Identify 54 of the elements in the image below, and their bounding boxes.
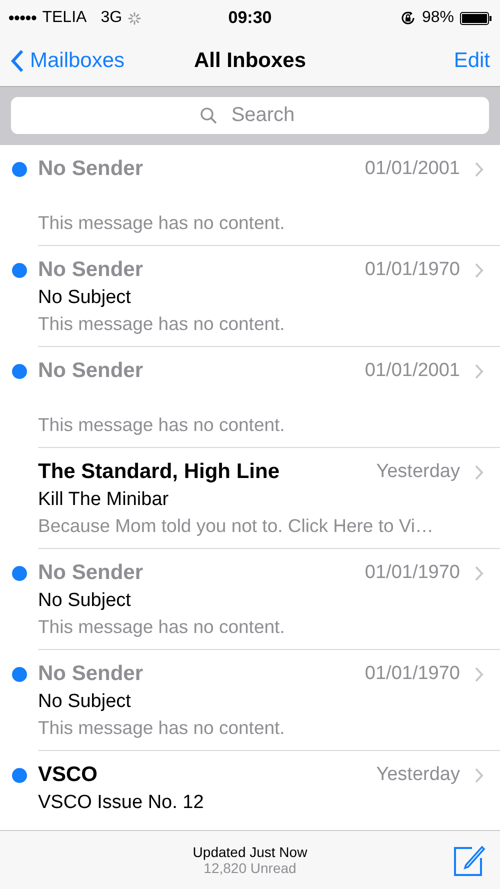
- message-preview: This message has no content.: [38, 313, 285, 334]
- chevron-right-icon: [474, 766, 484, 784]
- chevron-left-icon: [10, 49, 24, 73]
- sender-name: No Sender: [38, 359, 144, 383]
- chevron-right-icon: [474, 262, 484, 278]
- sender-name: No Sender: [38, 258, 144, 282]
- chevron-right-icon: [474, 564, 484, 582]
- message-date: 01/01/1970: [364, 562, 460, 584]
- message-row[interactable]: VSCO Yesterday VSCO Issue No. 12: [0, 751, 500, 825]
- carrier-name: TELIA: [42, 9, 87, 27]
- sender-name: No Sender: [38, 157, 144, 181]
- message-date: Yesterday: [376, 461, 460, 483]
- message-preview: Because Mom told you not to. Click Here to Vi…: [38, 515, 434, 536]
- network-type: 3G: [100, 9, 122, 27]
- back-button[interactable]: Mailboxes: [10, 49, 125, 73]
- message-date: 01/01/1970: [364, 259, 460, 281]
- update-status: Updated Just Now: [192, 844, 308, 860]
- sender-name: No Sender: [38, 662, 144, 686]
- sender-name: VSCO: [38, 763, 99, 787]
- chevron-right-icon: [474, 464, 484, 480]
- message-date: 01/01/2001: [364, 360, 460, 382]
- battery-icon: [460, 12, 492, 24]
- signal-dots: ●●●●●: [8, 12, 36, 24]
- chevron-right-icon: [474, 666, 484, 682]
- compose-icon[interactable]: [452, 843, 486, 877]
- message-subject: No Subject: [38, 287, 131, 308]
- message-subject: No Subject: [38, 590, 131, 611]
- battery-percent: 98%: [422, 9, 454, 27]
- sender-name: The Standard, High Line: [38, 460, 281, 484]
- message-row[interactable]: No Sender 01/01/1970 No Subject This message has no content.: [0, 246, 500, 347]
- message-date: Yesterday: [376, 764, 460, 786]
- message-preview: This message has no content.: [38, 717, 285, 738]
- chevron-right-icon: [474, 160, 484, 178]
- unread-count: 12,820 Unread: [204, 860, 296, 876]
- edit-button[interactable]: Edit: [454, 49, 490, 73]
- message-preview: This message has no content.: [38, 212, 285, 233]
- screen-title: All Inboxes: [194, 49, 306, 73]
- message-date: 01/01/1970: [364, 663, 460, 685]
- message-row[interactable]: No Sender 01/01/1970 No Subject This message has no content.: [0, 549, 500, 650]
- activity-spinner-icon: [128, 12, 142, 24]
- search-field[interactable]: Search: [11, 97, 489, 134]
- sender-name: No Sender: [38, 561, 144, 585]
- clock-time: 09:30: [228, 8, 272, 28]
- message-subject: Kill The Minibar: [38, 489, 169, 510]
- rotation-lock-icon: [400, 10, 416, 26]
- search-icon: [200, 107, 218, 125]
- message-date: 01/01/2001: [364, 158, 460, 180]
- message-preview: This message has no content.: [38, 616, 285, 637]
- message-row[interactable]: No Sender 01/01/1970 No Subject This message has no content.: [0, 650, 500, 751]
- message-preview: This message has no content.: [38, 414, 285, 435]
- message-row[interactable]: The Standard, High Line Yesterday Kill The Minibar Because Mom told you not to. Click Here to Vi…: [0, 448, 500, 549]
- message-subject: VSCO Issue No. 12: [38, 792, 204, 813]
- chevron-right-icon: [474, 362, 484, 380]
- message-subject: No Subject: [38, 691, 131, 712]
